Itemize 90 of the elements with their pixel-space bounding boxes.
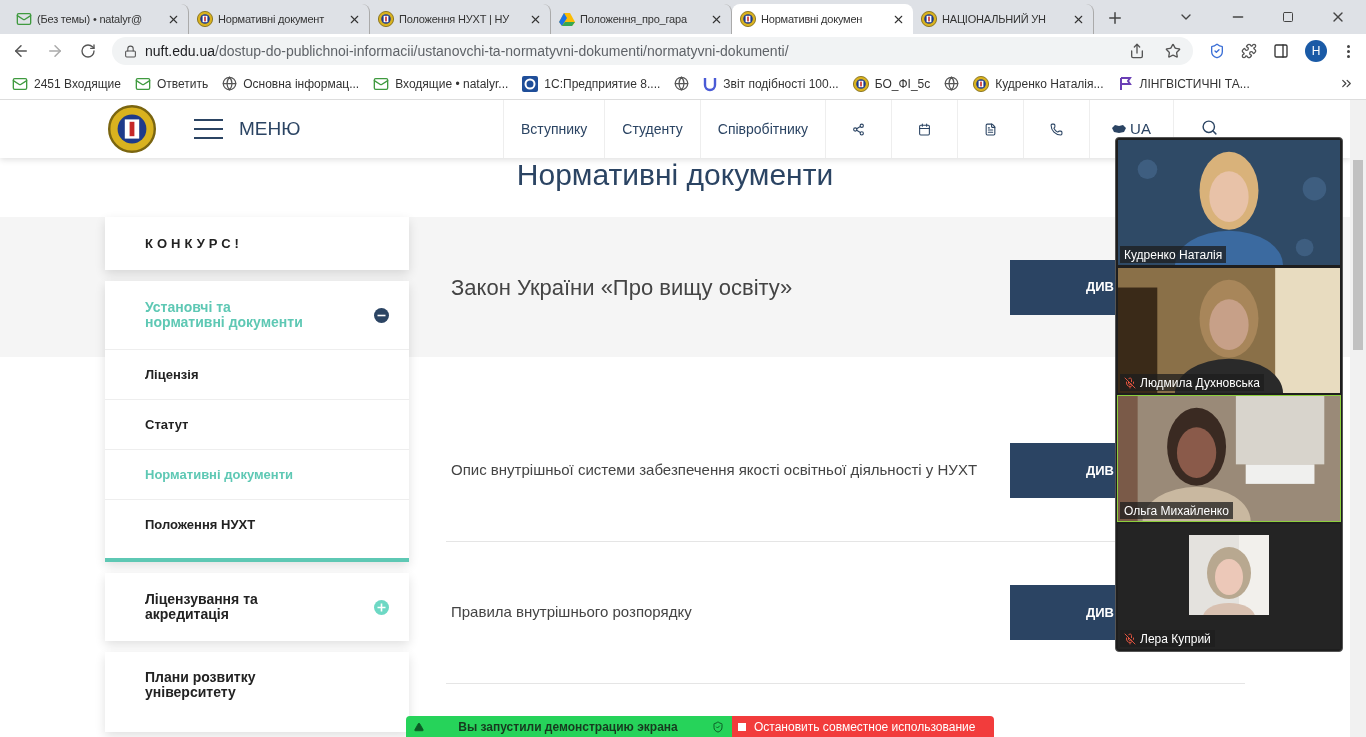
shield-icon[interactable] bbox=[1209, 43, 1225, 59]
mail-icon bbox=[16, 11, 32, 27]
bookmark[interactable]: Ответить bbox=[134, 74, 209, 93]
globe-icon bbox=[222, 76, 238, 91]
back-icon[interactable] bbox=[12, 42, 30, 60]
participant-label: Лера Куприй bbox=[1120, 630, 1215, 647]
nav-link[interactable]: Співробітнику bbox=[700, 100, 826, 158]
nav-link[interactable]: Вступнику bbox=[504, 100, 606, 158]
mail-icon bbox=[373, 75, 390, 92]
emblem-icon bbox=[378, 11, 394, 27]
participant-tile[interactable]: Людмила Духновська bbox=[1117, 267, 1341, 394]
bookmark[interactable]: Основна інформац... bbox=[222, 74, 360, 93]
tab-title: НАЦІОНАЛЬНИЙ УН bbox=[942, 11, 1046, 27]
emblem-icon bbox=[921, 11, 937, 27]
sidebar-item[interactable]: Положення НУХТ bbox=[105, 500, 409, 550]
menu-icon bbox=[194, 119, 223, 139]
document-icon[interactable] bbox=[984, 122, 997, 136]
sidebar-item[interactable]: Статут bbox=[105, 400, 409, 450]
reload-icon[interactable] bbox=[80, 43, 96, 59]
bookmark[interactable]: ЛІНГВІСТИЧНІ ТА... bbox=[1117, 74, 1250, 93]
url-text: nuft.edu.ua/dostup-do-publichnoi-informacii/ustanovchi-ta-normatyvni-dokumenti/normatyvni-dokumenti/ bbox=[145, 41, 789, 61]
bookmark[interactable]: Звіт подібності 100... bbox=[703, 74, 839, 93]
new-tab-icon[interactable] bbox=[1106, 9, 1124, 27]
document-title: Опис внутрішньої системи забезпечення якості освітньої діяльності у НУХТ bbox=[451, 460, 978, 481]
lock-icon bbox=[124, 44, 137, 58]
mail-icon bbox=[134, 75, 151, 92]
browser-tab[interactable]: Нормативні докумен bbox=[732, 4, 913, 34]
shield-icon bbox=[712, 720, 724, 733]
bookmark[interactable] bbox=[674, 76, 690, 91]
tab-title: Положення_про_гара bbox=[580, 11, 687, 27]
map-icon bbox=[1112, 124, 1127, 134]
view-button[interactable]: ДИВ bbox=[1010, 443, 1115, 498]
participant-label: Ольга Михайленко bbox=[1120, 502, 1233, 519]
globe-icon bbox=[674, 76, 690, 91]
participant-label: Людмила Духновська bbox=[1120, 374, 1264, 391]
participant-tile[interactable]: Ольга Михайленко bbox=[1117, 395, 1341, 522]
triangle-logo-icon bbox=[559, 11, 575, 27]
share-icon[interactable] bbox=[852, 122, 865, 136]
bookmark[interactable]: Кудренко Наталія... bbox=[973, 74, 1104, 93]
mail-icon bbox=[12, 75, 28, 92]
calendar-icon[interactable] bbox=[918, 122, 931, 136]
bookmark-star-icon[interactable] bbox=[1165, 43, 1181, 59]
extensions-icon[interactable] bbox=[1241, 43, 1257, 59]
tab-title: Положення НУХТ | НУ bbox=[399, 11, 510, 27]
u-logo-icon bbox=[703, 75, 718, 92]
emblem-icon bbox=[852, 75, 869, 92]
university-logo bbox=[108, 105, 156, 153]
spiral-logo-icon bbox=[522, 75, 539, 92]
flag-logo-icon bbox=[1117, 75, 1134, 92]
language-link[interactable]: UA bbox=[1130, 121, 1151, 136]
search-icon[interactable] bbox=[1200, 119, 1218, 136]
expand-icon bbox=[374, 599, 389, 615]
participant-label: Кудренко Наталія bbox=[1120, 246, 1227, 263]
view-button[interactable]: ДИВ bbox=[1010, 585, 1115, 640]
stop-icon bbox=[738, 722, 746, 731]
menu-button[interactable]: МЕНЮ bbox=[194, 114, 301, 144]
address-field[interactable]: nuft.edu.ua/dostup-do-publichnoi-informacii/ustanovchi-ta-normatyvni-dokumenti/normatyvni-dokumenti/ bbox=[112, 37, 1193, 65]
participant-tile[interactable]: Кудренко Наталія bbox=[1117, 139, 1341, 266]
tab-title: Нормативні документ bbox=[218, 11, 325, 27]
document-title: Правила внутрішнього розпорядку bbox=[451, 602, 692, 623]
sidebar-item[interactable]: Ліцензія bbox=[105, 350, 409, 400]
bookmark[interactable]: 1С:Предприятие 8.... bbox=[522, 74, 661, 93]
bookmark[interactable]: 2451 Входящие bbox=[12, 74, 121, 93]
stop-sharing-button[interactable]: Остановить совместное использование bbox=[732, 716, 994, 737]
side-panel-icon[interactable] bbox=[1273, 43, 1289, 59]
emblem-icon bbox=[197, 11, 213, 27]
bookmark[interactable]: Входящие • natalyr... bbox=[373, 74, 509, 93]
sidebar-link[interactable]: Плани розвитку університету bbox=[105, 652, 409, 732]
tab-title: (Без темы) • natalyr@ bbox=[37, 11, 142, 27]
sidebar-group-header[interactable]: Ліцензування та акредитація bbox=[105, 573, 409, 641]
sharing-status-bar: Вы запустили демонстрацию экрана bbox=[406, 716, 732, 737]
tab-title: Нормативні докумен bbox=[761, 11, 863, 27]
collapse-icon bbox=[374, 307, 389, 323]
participant-tile[interactable]: Лера Куприй bbox=[1117, 523, 1341, 650]
mic-muted-icon bbox=[1124, 376, 1136, 389]
globe-icon bbox=[944, 76, 960, 91]
mic-muted-icon bbox=[1124, 632, 1136, 645]
share-icon[interactable] bbox=[1129, 43, 1145, 59]
nav-link[interactable]: Студенту bbox=[605, 100, 701, 158]
maximize-icon[interactable] bbox=[1282, 11, 1294, 23]
page-title: Нормативні документи bbox=[516, 157, 834, 193]
sidebar-link[interactable]: КОНКУРС! bbox=[105, 217, 409, 270]
emblem-icon bbox=[740, 11, 756, 27]
bookmark[interactable] bbox=[944, 76, 960, 91]
profile-avatar[interactable]: Н bbox=[1305, 40, 1327, 62]
document-title: Закон України «Про вищу освіту» bbox=[451, 273, 793, 302]
phone-icon[interactable] bbox=[1050, 122, 1063, 136]
bookmark[interactable]: БО_ФІ_5с bbox=[852, 74, 931, 93]
emblem-icon bbox=[973, 75, 990, 92]
view-button[interactable]: ДИВ bbox=[1010, 259, 1115, 315]
